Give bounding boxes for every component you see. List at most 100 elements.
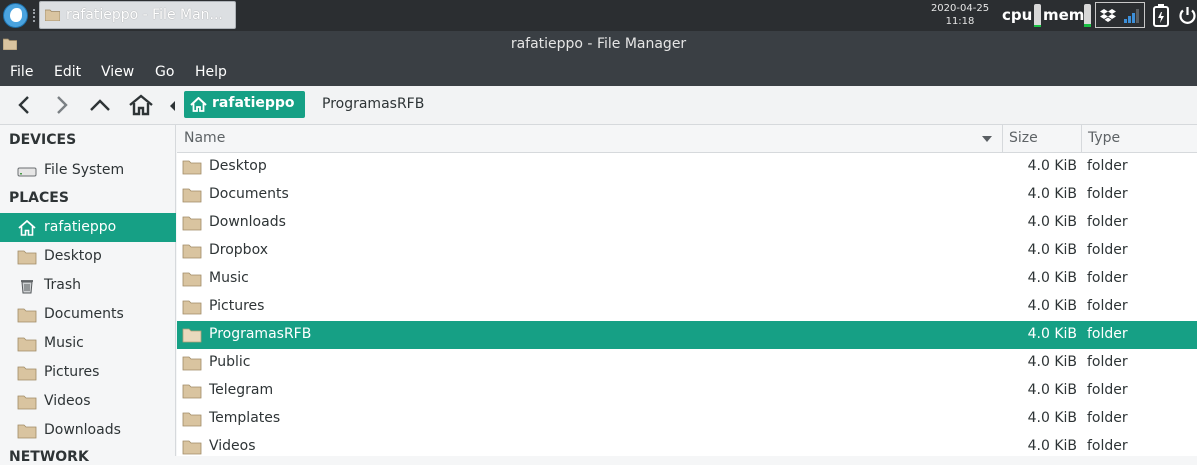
- table-row[interactable]: Documents 4.0 KiB folder: [177, 181, 1197, 209]
- forward-button[interactable]: [49, 94, 73, 116]
- column-header-name[interactable]: Name: [177, 125, 1003, 152]
- file-type: folder: [1087, 326, 1128, 342]
- sidebar-item-videos[interactable]: Videos: [0, 387, 176, 416]
- folder-icon: [17, 250, 37, 265]
- file-type: folder: [1087, 270, 1128, 286]
- table-row-selected[interactable]: ProgramasRFB 4.0 KiB folder: [177, 321, 1197, 349]
- table-row[interactable]: Templates 4.0 KiB folder: [177, 405, 1197, 433]
- clock-date: 2020-04-25: [930, 3, 990, 14]
- sidebar-item-label: Downloads: [44, 422, 121, 438]
- sidebar-heading-network: NETWORK: [9, 449, 89, 465]
- mem-monitor-bar[interactable]: [1084, 4, 1091, 27]
- file-name: Documents: [209, 186, 289, 202]
- battery-icon[interactable]: [1152, 4, 1170, 28]
- panel-separator: [33, 9, 37, 22]
- file-type: folder: [1087, 354, 1128, 370]
- window-titlebar[interactable]: rafatieppo - File Manager: [0, 31, 1197, 58]
- table-row[interactable]: Music 4.0 KiB folder: [177, 265, 1197, 293]
- table-row[interactable]: Pictures 4.0 KiB folder: [177, 293, 1197, 321]
- file-size: 4.0 KiB: [1027, 382, 1077, 398]
- home-icon: [190, 97, 207, 112]
- top-panel: rafatieppo - File Man... 2020-04-25 11:1…: [0, 0, 1197, 31]
- table-row[interactable]: Downloads 4.0 KiB folder: [177, 209, 1197, 237]
- file-type: folder: [1087, 242, 1128, 258]
- column-header-type[interactable]: Type: [1082, 125, 1197, 152]
- start-menu-icon[interactable]: [3, 3, 28, 28]
- clock-time: 11:18: [945, 16, 975, 27]
- column-header-type-label: Type: [1088, 130, 1121, 146]
- sidebar-item-label: File System: [44, 162, 125, 178]
- folder-icon: [45, 9, 60, 21]
- sidebar-item-file-system[interactable]: File System: [0, 156, 176, 185]
- menu-go[interactable]: Go: [155, 64, 174, 80]
- network-signal-icon[interactable]: [1123, 7, 1141, 24]
- sidebar-item-label: Music: [44, 335, 84, 351]
- breadcrumb-current-folder[interactable]: ProgramasRFB: [322, 96, 424, 112]
- cpu-monitor-bar[interactable]: [1034, 4, 1041, 27]
- sidebar: DEVICES File System PLACES rafatieppo De…: [0, 125, 176, 465]
- breadcrumb-home-button[interactable]: rafatieppo: [184, 91, 305, 118]
- file-name: ProgramasRFB: [209, 326, 312, 342]
- sidebar-item-pictures[interactable]: Pictures: [0, 358, 176, 387]
- sidebar-heading-devices: DEVICES: [9, 132, 77, 148]
- sidebar-item-music[interactable]: Music: [0, 329, 176, 358]
- list-header: Name Size Type: [177, 125, 1197, 153]
- file-size: 4.0 KiB: [1027, 214, 1077, 230]
- column-header-size[interactable]: Size: [1003, 125, 1082, 152]
- menu-help[interactable]: Help: [195, 64, 227, 80]
- sidebar-item-label: rafatieppo: [44, 219, 117, 235]
- file-type: folder: [1087, 186, 1128, 202]
- menu-bar: File Edit View Go Help: [0, 58, 1197, 86]
- home-icon: [129, 94, 153, 116]
- dropbox-icon[interactable]: [1100, 7, 1116, 23]
- table-row[interactable]: Public 4.0 KiB folder: [177, 349, 1197, 377]
- folder-icon: [182, 384, 202, 399]
- sidebar-item-home[interactable]: rafatieppo: [0, 213, 176, 242]
- menu-view[interactable]: View: [101, 64, 134, 80]
- file-name: Downloads: [209, 214, 286, 230]
- folder-icon: [182, 216, 202, 231]
- file-type: folder: [1087, 214, 1128, 230]
- file-type: folder: [1087, 382, 1128, 398]
- clock[interactable]: 2020-04-25 11:18: [928, 2, 992, 28]
- sidebar-item-label: Desktop: [44, 248, 102, 264]
- column-header-name-label: Name: [184, 130, 226, 146]
- location-toolbar: rafatieppo ProgramasRFB: [0, 86, 1197, 125]
- sidebar-item-downloads[interactable]: Downloads: [0, 416, 176, 445]
- file-list: Name Size Type Desktop 4.0 KiB folder Do…: [177, 125, 1197, 456]
- system-tray: [1095, 2, 1145, 28]
- arrow-right-icon: [57, 96, 68, 114]
- table-row[interactable]: Videos 4.0 KiB folder: [177, 433, 1197, 461]
- table-row[interactable]: Dropbox 4.0 KiB folder: [177, 237, 1197, 265]
- breadcrumb-home-label: rafatieppo: [212, 95, 295, 111]
- table-row[interactable]: Telegram 4.0 KiB folder: [177, 377, 1197, 405]
- menu-file[interactable]: File: [10, 64, 33, 80]
- sidebar-item-documents[interactable]: Documents: [0, 300, 176, 329]
- file-name: Telegram: [209, 382, 274, 398]
- trash-icon: [21, 280, 33, 294]
- sidebar-item-label: Videos: [44, 393, 91, 409]
- sidebar-item-desktop[interactable]: Desktop: [0, 242, 176, 271]
- sidebar-item-label: Pictures: [44, 364, 100, 380]
- table-row[interactable]: Desktop 4.0 KiB folder: [177, 153, 1197, 181]
- home-button[interactable]: [128, 94, 153, 116]
- parent-folder-button[interactable]: [88, 94, 112, 116]
- file-size: 4.0 KiB: [1027, 158, 1077, 174]
- taskbar-window-button[interactable]: rafatieppo - File Man...: [39, 1, 236, 29]
- folder-icon: [182, 300, 202, 315]
- path-scroll-left-icon[interactable]: [167, 95, 179, 117]
- sidebar-item-trash[interactable]: Trash: [0, 271, 176, 300]
- home-icon: [18, 220, 36, 236]
- folder-icon: [182, 328, 202, 343]
- folder-icon: [17, 366, 37, 381]
- folder-icon: [17, 395, 37, 410]
- arrow-left-icon: [18, 96, 29, 114]
- back-button[interactable]: [13, 94, 37, 116]
- drive-icon: [17, 167, 37, 177]
- file-type: folder: [1087, 298, 1128, 314]
- power-icon[interactable]: [1178, 6, 1197, 25]
- file-size: 4.0 KiB: [1027, 242, 1077, 258]
- file-size: 4.0 KiB: [1027, 410, 1077, 426]
- menu-edit[interactable]: Edit: [54, 64, 81, 80]
- file-name: Dropbox: [209, 242, 268, 258]
